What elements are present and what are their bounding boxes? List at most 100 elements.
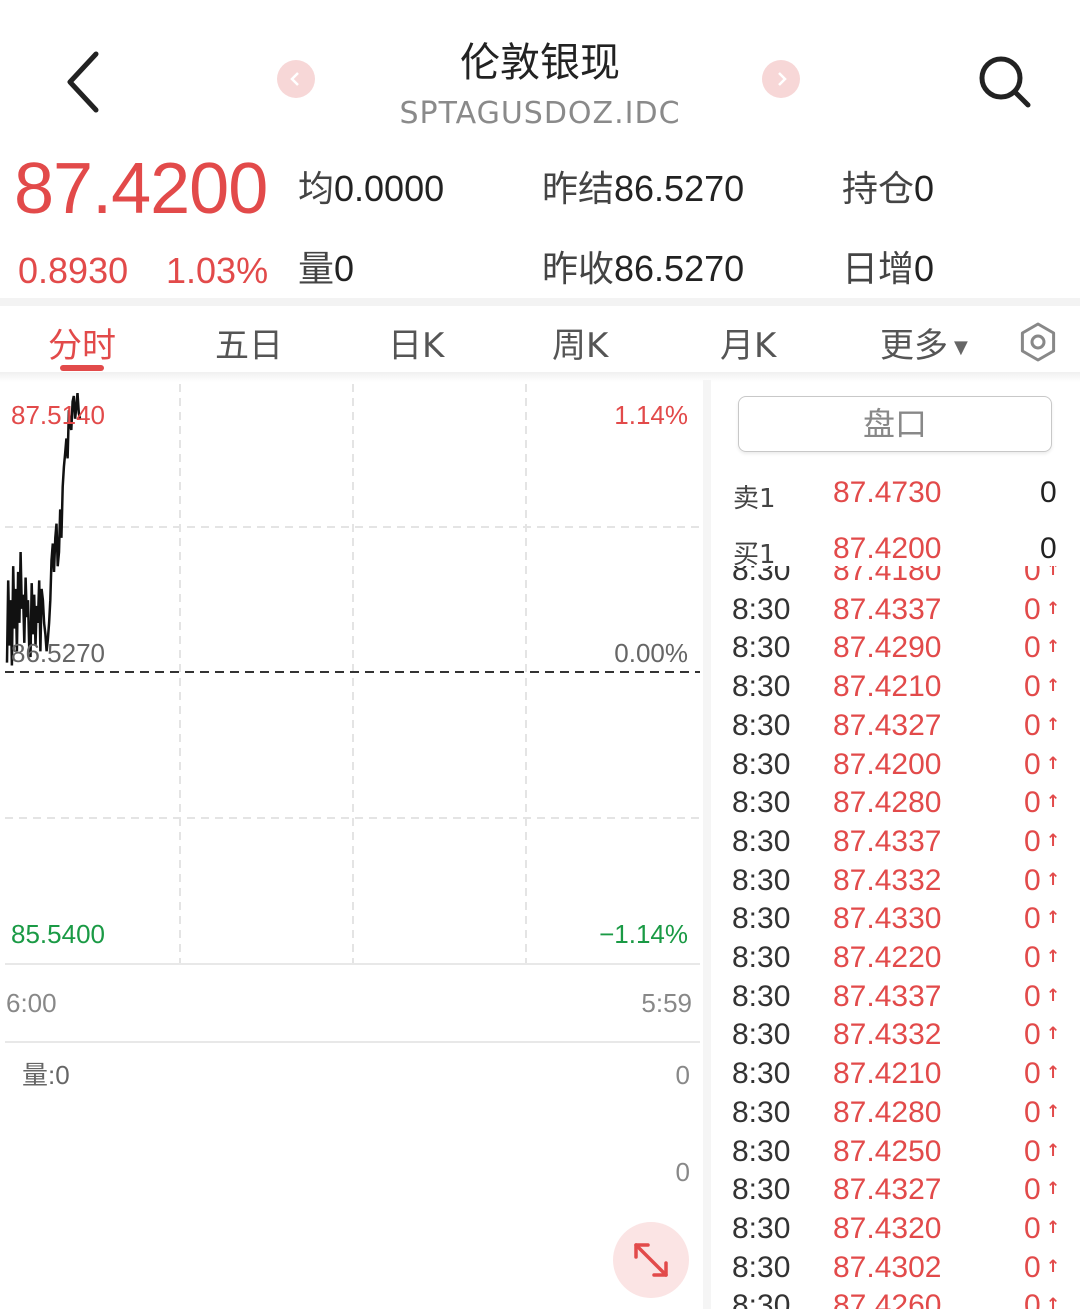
up-arrow-icon: ↑ [1046,830,1061,851]
tick-time: 8:30 [732,592,791,626]
tick-volume: 0 [1024,1250,1041,1284]
instrument-code: SPTAGUSDOZ.IDC [399,96,681,131]
stat-value: 0 [914,248,935,289]
volume-axis-mid: 0 [676,1157,690,1187]
up-arrow-icon: ↑ [1046,566,1061,580]
tick-volume: 0 [1024,631,1041,665]
tick-volume: 0 [1024,1057,1041,1091]
up-arrow-icon: ↑ [1046,1179,1061,1200]
tick-price: 87.4337 [833,824,942,858]
price-change: 0.8930 [18,250,129,291]
up-arrow-icon: ↑ [1046,1295,1061,1309]
tick-time: 8:30 [732,1018,791,1052]
tick-time: 8:30 [732,863,791,897]
avg-price-stat: 均0.0000 [298,160,444,212]
tick-row: 8:30 87.4337 0 ↑ [718,980,1080,1018]
stat-label: 量 [298,249,335,290]
fullscreen-button[interactable] [613,1222,689,1298]
tick-time: 8:30 [732,1057,791,1091]
tick-volume: 0 [1024,786,1041,820]
tick-price: 87.4332 [833,1018,942,1052]
tick-row: 8:30 87.4337 0 ↑ [718,825,1080,863]
up-arrow-icon: ↑ [1046,753,1061,774]
up-arrow-icon: ↑ [1046,792,1061,813]
ask-volume: 0 [1040,476,1057,509]
tick-price: 87.4332 [833,863,942,897]
y-axis-mid-label: 86.5270 [11,638,105,668]
up-arrow-icon: ↑ [1046,1024,1061,1045]
up-arrow-icon: ↑ [1046,714,1061,735]
tick-time: 8:30 [732,941,791,974]
tick-price: 87.4210 [833,1057,942,1091]
up-arrow-icon: ↑ [1046,1217,1061,1238]
tick-row: 8:30 87.4327 0 ↑ [718,709,1080,747]
bid-volume: 0 [1040,532,1057,565]
stat-label: 昨结 [542,169,615,210]
tab-daily-k[interactable]: 日K [388,318,444,367]
prev-close-stat: 昨收86.5270 [542,240,744,292]
tick-time: 8:30 [732,902,791,936]
tick-time: 8:30 [732,1211,791,1245]
tick-price: 87.4280 [833,1095,942,1129]
up-arrow-icon: ↑ [1046,598,1061,619]
tick-price: 87.4290 [833,631,942,665]
tick-price: 87.4302 [833,1250,942,1284]
tick-row: 8:30 87.4320 0 ↑ [718,1212,1080,1250]
volume-stat: 量0 [298,240,354,292]
stat-value: 86.5270 [614,248,745,289]
tick-row: 8:30 87.4330 0 ↑ [718,902,1080,940]
stat-label: 均 [298,169,335,210]
time-end-label: 5:59 [641,988,692,1018]
tick-price: 87.4337 [833,592,942,626]
tick-row: 8:30 87.4332 0 ↑ [718,864,1080,902]
up-arrow-icon: ↑ [1046,1256,1061,1277]
tick-price: 87.4330 [833,902,942,936]
tick-time: 8:30 [732,1250,791,1284]
tab-weekly-k[interactable]: 周K [552,318,608,367]
orderbook-tab-button[interactable]: 盘口 [738,396,1052,452]
stat-value: 0 [334,248,355,289]
tick-volume: 0 [1024,708,1041,742]
chevron-right-icon [778,72,787,86]
intraday-chart[interactable]: 87.5140 86.5270 85.5400 1.14% 0.00% −1.1… [0,380,705,1309]
search-button[interactable] [975,52,1033,110]
tick-row: 8:30 87.4220 0 ↑ [718,941,1080,979]
tick-price: 87.4250 [833,1134,942,1168]
tick-time: 8:30 [732,1289,791,1309]
chart-settings-button[interactable] [1018,322,1058,362]
tab-five-day[interactable]: 五日 [215,318,283,367]
tick-price: 87.4200 [833,747,942,781]
tick-price: 87.4180 [833,566,942,587]
tick-row: 8:30 87.4210 0 ↑ [718,1057,1080,1095]
tick-row: 8:30 87.4280 0 ↑ [718,1096,1080,1134]
tick-time: 8:30 [732,747,791,781]
stat-value: 0 [914,168,935,209]
stat-label: 日增 [842,249,915,290]
bid-price: 87.4200 [833,532,942,565]
tick-volume: 0 [1024,1134,1041,1168]
tick-volume: 0 [1024,979,1041,1013]
open-interest-stat: 持仓0 [842,160,934,212]
price-line [5,392,82,666]
tab-monthly-k[interactable]: 月K [720,318,776,367]
ask-label: 卖1 [733,484,776,514]
next-instrument-button[interactable] [762,60,800,98]
search-icon [979,56,1031,108]
pct-mid-label: 0.00% [614,638,688,668]
tick-row: 8:30 87.4200 0 ↑ [718,748,1080,786]
tick-row: 8:30 87.4290 0 ↑ [718,631,1080,669]
up-arrow-icon: ↑ [1046,1063,1061,1084]
tick-time: 8:30 [732,670,791,704]
tick-volume: 0 [1024,1018,1041,1052]
tick-time: 8:30 [732,631,791,665]
tick-time: 8:30 [732,1134,791,1168]
tick-volume: 0 [1024,747,1041,781]
tab-more[interactable]: 更多 ▼ [880,318,968,367]
tick-volume: 0 [1024,1173,1041,1207]
tick-row: 8:30 87.4250 0 ↑ [718,1135,1080,1173]
tab-intraday[interactable]: 分时 [48,318,116,367]
tick-list[interactable]: 8:30 87.4180 0 ↑ 8:30 87.4337 0 ↑ 8:30 87.4290 0 ↑ 8… [718,566,1080,1309]
tick-time: 8:30 [732,708,791,742]
stat-value: 0.0000 [334,168,445,209]
up-arrow-icon: ↑ [1046,1140,1061,1161]
